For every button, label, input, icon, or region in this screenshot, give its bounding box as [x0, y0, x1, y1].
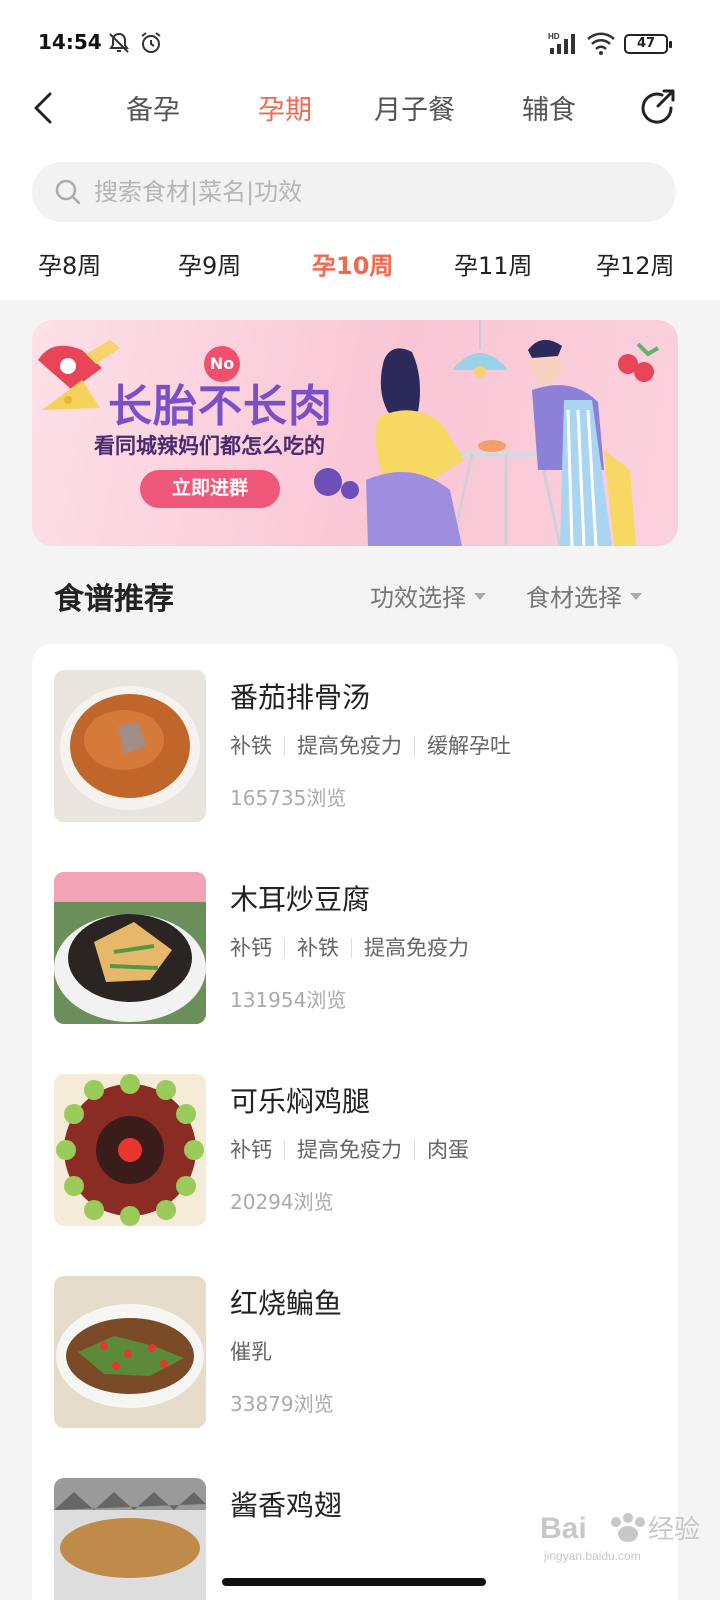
recipe-tag: 补铁: [230, 734, 272, 758]
baidu-watermark: Bai 经验 jingyan.baidu.com: [540, 1512, 700, 1563]
week-item-9[interactable]: 孕9周: [178, 246, 241, 281]
week-item-8[interactable]: 孕8周: [38, 246, 101, 281]
recipe-tags: 补钙 补铁 提高免疫力: [230, 932, 469, 962]
week-item-11[interactable]: 孕11周: [454, 246, 533, 281]
recipe-thumbnail: [54, 872, 206, 1024]
recipe-title: 红烧鳊鱼: [230, 1287, 343, 1320]
recipe-item[interactable]: 木耳炒豆腐 补钙 补铁 提高免疫力 131954浏览: [32, 846, 678, 1026]
ingredient-filter-dropdown[interactable]: 食材选择: [526, 578, 642, 613]
recipe-item[interactable]: 番茄排骨汤 补铁 提高免疫力 缓解孕吐 165735浏览: [32, 644, 678, 824]
caret-down-icon: [474, 592, 486, 600]
recipe-views: 33879浏览: [230, 1392, 334, 1416]
recipe-item[interactable]: 可乐焖鸡腿 补钙 提高免疫力 肉蛋 20294浏览: [32, 1048, 678, 1228]
week-item-10[interactable]: 孕10周: [312, 246, 393, 281]
svg-text:Bai: Bai: [540, 1512, 587, 1545]
section-title: 食谱推荐: [54, 582, 174, 617]
signal-hd-icon: HD: [548, 32, 575, 54]
recipe-thumbnail: [54, 1276, 206, 1428]
status-time: 14:54: [38, 30, 102, 54]
recipe-tag: 缓解孕吐: [427, 734, 511, 758]
week-item-12[interactable]: 孕12周: [596, 246, 675, 281]
mute-bell-icon: [109, 32, 129, 53]
effect-filter-dropdown[interactable]: 功效选择: [370, 578, 486, 613]
battery-indicator: 47: [624, 34, 672, 54]
recipe-tag: 肉蛋: [427, 1138, 469, 1162]
recipe-tags: 补铁 提高免疫力 缓解孕吐: [230, 730, 511, 760]
recipe-tag: 补钙: [230, 1138, 272, 1162]
recipe-tag: 补铁: [297, 936, 339, 960]
search-input[interactable]: [94, 172, 654, 212]
ingredient-filter-label: 食材选择: [526, 584, 622, 612]
no-badge: No: [204, 346, 240, 382]
recipe-tag: 提高免疫力: [297, 734, 402, 758]
recipe-tag: 补钙: [230, 936, 272, 960]
tab-yuezican[interactable]: 月子餐: [374, 88, 455, 127]
svg-text:经验: 经验: [648, 1514, 700, 1544]
recipe-thumbnail: [54, 1478, 206, 1600]
home-indicator: [222, 1578, 486, 1586]
svg-text:jingyan.baidu.com: jingyan.baidu.com: [543, 1549, 641, 1563]
recipe-title: 番茄排骨汤: [230, 681, 371, 714]
recipe-views: 20294浏览: [230, 1190, 334, 1214]
tab-fushi[interactable]: 辅食: [522, 88, 576, 127]
promo-banner[interactable]: 长胎不长肉 No 看同城辣妈们都怎么吃的 立即进群: [32, 320, 678, 546]
join-group-button[interactable]: 立即进群: [140, 470, 280, 508]
recipe-thumbnail: [54, 670, 206, 822]
recipe-list: 番茄排骨汤 补铁 提高免疫力 缓解孕吐 165735浏览 木耳炒豆腐 补钙 补铁 提高免…: [32, 644, 678, 1600]
search-icon: [55, 179, 81, 205]
recipe-title: 酱香鸡翅: [230, 1489, 343, 1522]
tab-beiyun[interactable]: 备孕: [126, 88, 180, 127]
recipe-title: 木耳炒豆腐: [230, 883, 371, 916]
recipe-thumbnail: [54, 1074, 206, 1226]
back-arrow-icon[interactable]: [26, 86, 66, 130]
recipe-title: 可乐焖鸡腿: [230, 1085, 371, 1118]
search-bar[interactable]: [32, 162, 676, 222]
wifi-icon: [587, 32, 615, 55]
recipe-tag: 催乳: [230, 1340, 272, 1364]
week-selector: 孕8周 孕9周 孕10周 孕11周 孕12周: [0, 240, 720, 290]
recipe-tag: 提高免疫力: [297, 1138, 402, 1162]
recipe-tags: 补钙 提高免疫力 肉蛋: [230, 1134, 469, 1164]
recipe-tags: 催乳: [230, 1336, 272, 1366]
top-nav: 备孕 孕期 月子餐 辅食: [0, 80, 720, 136]
tab-yunqi[interactable]: 孕期: [258, 88, 312, 127]
effect-filter-label: 功效选择: [370, 584, 466, 612]
recipe-item[interactable]: 红烧鳊鱼 催乳 33879浏览: [32, 1250, 678, 1430]
recipe-views: 165735浏览: [230, 786, 347, 810]
share-icon[interactable]: [638, 86, 678, 126]
status-bar: 14:54 HD 47: [0, 0, 720, 86]
svg-text:HD: HD: [548, 32, 560, 41]
recipe-views: 131954浏览: [230, 988, 347, 1012]
caret-down-icon: [630, 592, 642, 600]
recipe-tag: 提高免疫力: [364, 936, 469, 960]
alarm-icon: [141, 32, 161, 53]
banner-subtitle: 看同城辣妈们都怎么吃的: [94, 434, 325, 458]
